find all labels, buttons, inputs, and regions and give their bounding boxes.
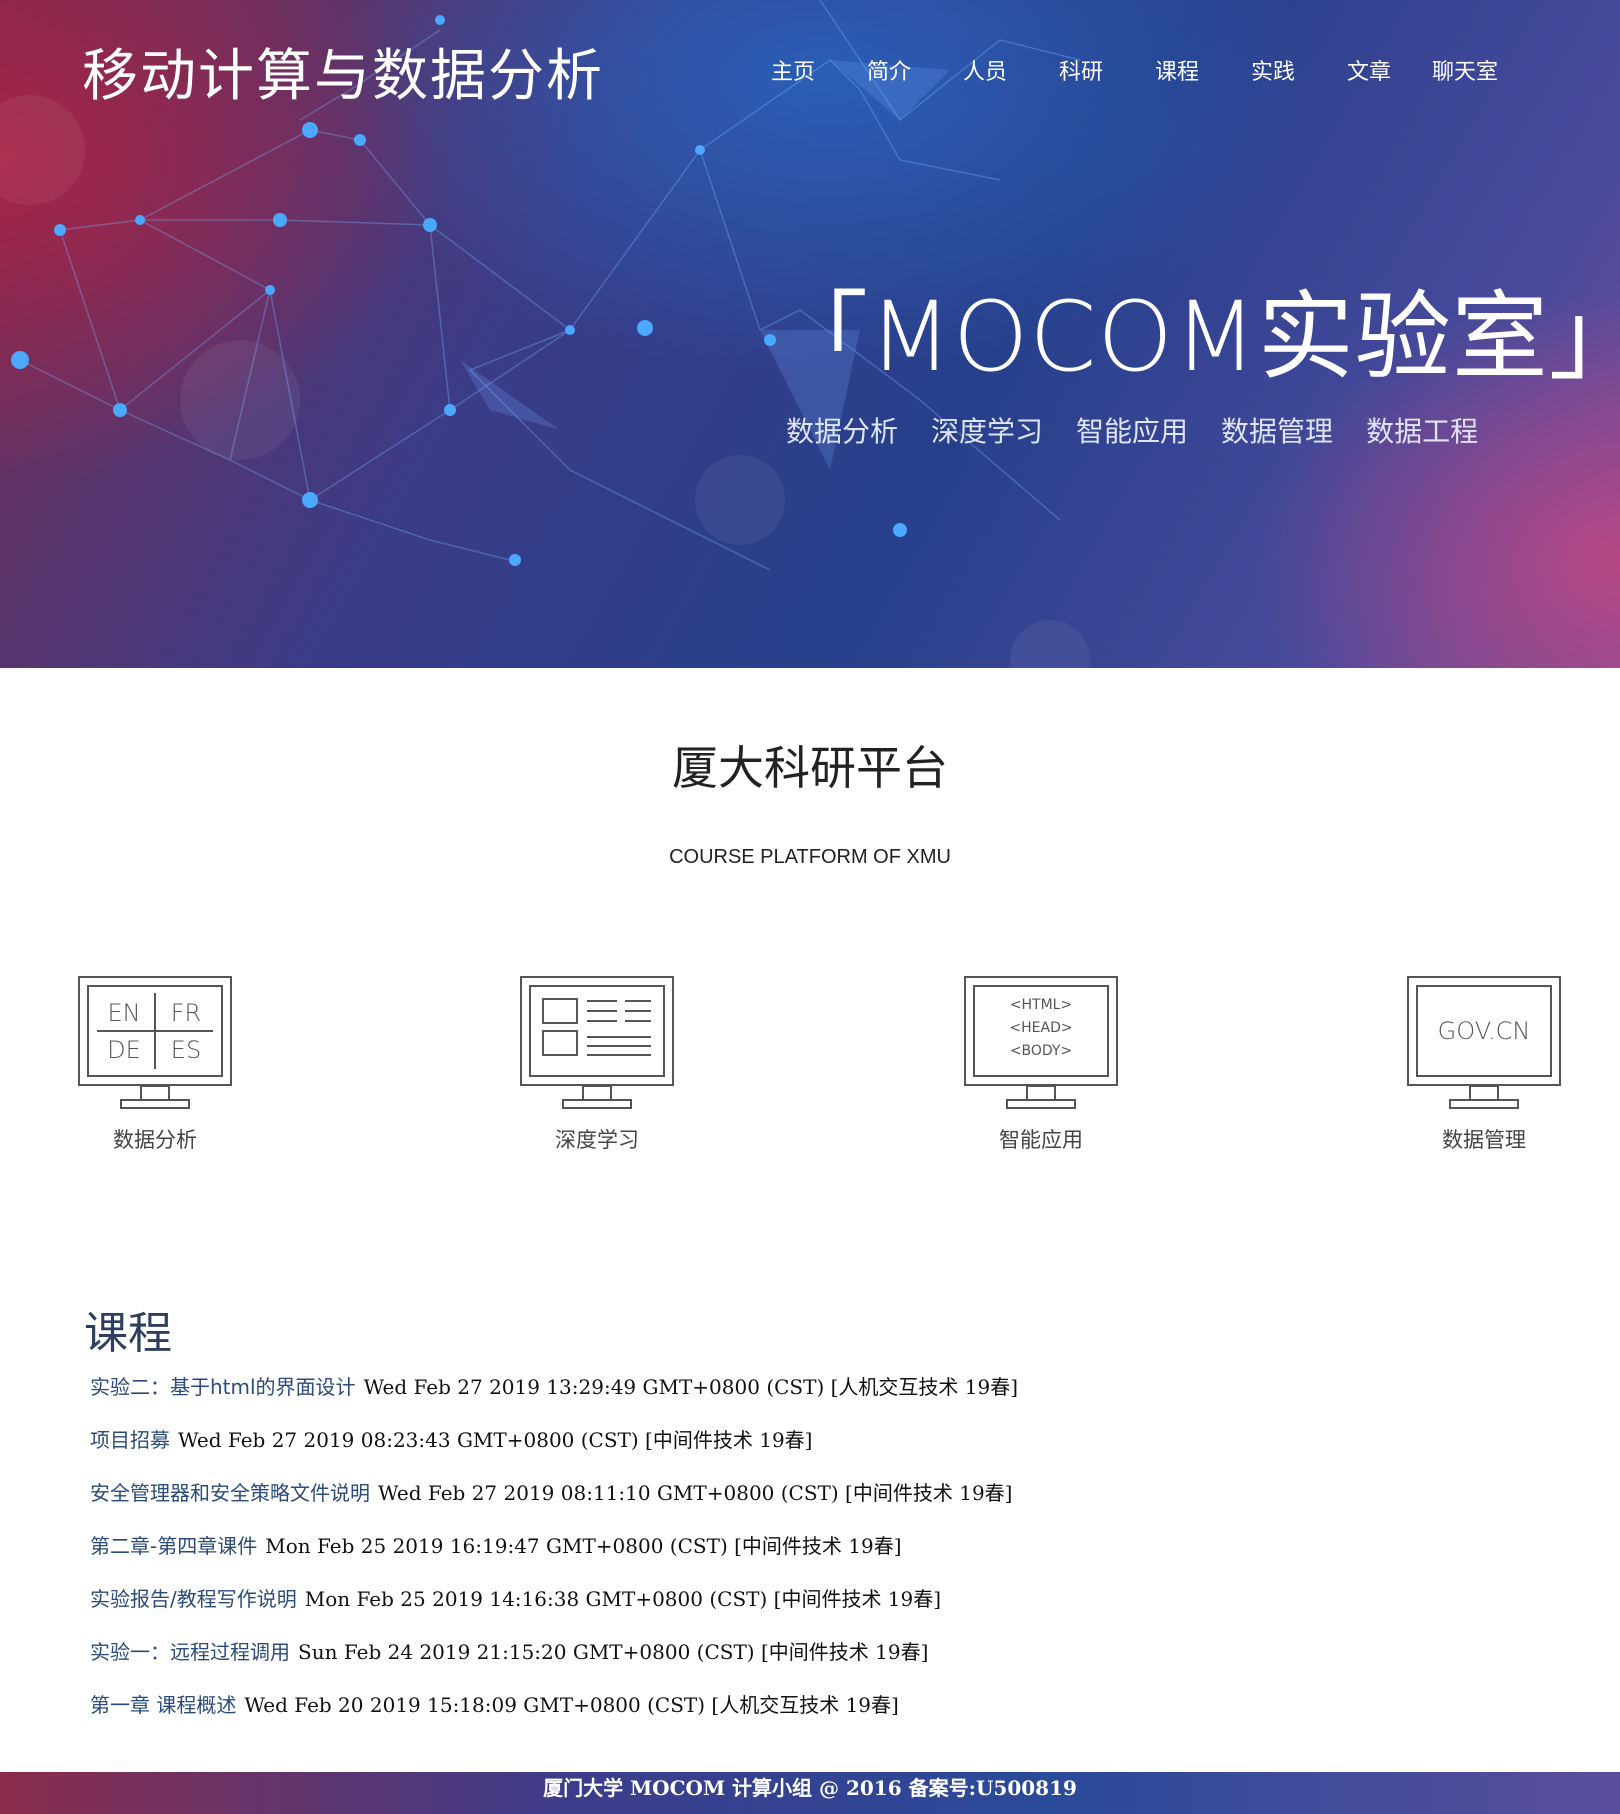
- course-meta: Wed Feb 27 2019 08:11:10 GMT+0800 (CST) …: [378, 1481, 1013, 1505]
- feature-label: 智能应用: [999, 1128, 1083, 1152]
- list-item: 实验二：基于html的界面设计 Wed Feb 27 2019 13:29:49 …: [90, 1370, 1018, 1423]
- screen-text: <HTML>: [1010, 997, 1072, 1013]
- list-item: 安全管理器和安全策略文件说明 Wed Feb 27 2019 08:11:10 G…: [90, 1476, 1018, 1529]
- course-meta: Wed Feb 27 2019 08:23:43 GMT+0800 (CST) …: [178, 1428, 813, 1452]
- hero-tag: 数据管理: [1221, 415, 1334, 448]
- feature-data-management[interactable]: GOV.CN 数据管理: [1404, 975, 1564, 1155]
- main-nav: 主页 简介 人员 科研 课程 实践 文章 聊天室: [745, 56, 1513, 90]
- hero-tag: 深度学习: [931, 415, 1044, 448]
- feature-label: 深度学习: [555, 1128, 639, 1152]
- list-item: 实验一：远程过程调用 Sun Feb 24 2019 21:15:20 GMT+0…: [90, 1635, 1018, 1688]
- course-link[interactable]: 第二章-第四章课件: [90, 1534, 257, 1558]
- nav-item-people[interactable]: 人员: [937, 56, 1033, 90]
- course-link[interactable]: 项目招募: [90, 1428, 170, 1452]
- screen-text: <HEAD>: [1009, 1020, 1072, 1036]
- screen-text: ES: [171, 1036, 201, 1064]
- feature-label: 数据分析: [113, 1128, 197, 1152]
- course-link[interactable]: 安全管理器和安全策略文件说明: [90, 1481, 370, 1505]
- list-item: 第一章 课程概述 Wed Feb 20 2019 15:18:09 GMT+080…: [90, 1688, 1018, 1741]
- feature-data-analysis[interactable]: EN FR DE ES 数据分析: [75, 975, 235, 1155]
- courses-heading: 课程: [84, 1308, 172, 1359]
- feature-deep-learning[interactable]: 深度学习: [517, 975, 677, 1155]
- hero-tag: 智能应用: [1076, 415, 1189, 448]
- hero-tags: 数据分析 深度学习 智能应用 数据管理 数据工程: [786, 412, 1511, 452]
- course-link[interactable]: 实验二：基于html的界面设计: [90, 1375, 356, 1399]
- nav-item-research[interactable]: 科研: [1033, 56, 1129, 90]
- list-item: 第二章-第四章课件 Mon Feb 25 2019 16:19:47 GMT+08…: [90, 1529, 1018, 1582]
- lab-title: 「MOCOM实验室」: [772, 281, 1620, 393]
- course-list: 实验二：基于html的界面设计 Wed Feb 27 2019 13:29:49 …: [90, 1370, 1018, 1741]
- course-link[interactable]: 实验一：远程过程调用: [90, 1640, 290, 1664]
- monitor-html-icon: <HTML> <HEAD> <BODY>: [964, 976, 1118, 1109]
- platform-subtitle: COURSE PLATFORM OF XMU: [669, 846, 951, 868]
- course-meta: Wed Feb 20 2019 15:18:09 GMT+0800 (CST) …: [244, 1693, 899, 1717]
- footer-text: 厦门大学 MOCOM 计算小组 @ 2016 备案号:U500819: [543, 1776, 1077, 1800]
- list-item: 实验报告/教程写作说明 Mon Feb 25 2019 14:16:38 GMT+…: [90, 1582, 1018, 1635]
- screen-text: EN: [107, 999, 140, 1027]
- course-link[interactable]: 实验报告/教程写作说明: [90, 1587, 297, 1611]
- nav-item-articles[interactable]: 文章: [1321, 56, 1417, 90]
- course-link[interactable]: 第一章 课程概述: [90, 1693, 236, 1717]
- hero-tag: 数据工程: [1366, 415, 1479, 448]
- nav-item-intro[interactable]: 简介: [841, 56, 937, 90]
- hero-banner: 移动计算与数据分析 主页 简介 人员 科研 课程 实践 文章 聊天室 「MOCO…: [0, 0, 1620, 668]
- screen-text: <BODY>: [1010, 1043, 1072, 1059]
- monitor-gov-icon: GOV.CN: [1407, 976, 1561, 1109]
- nav-item-courses[interactable]: 课程: [1129, 56, 1225, 90]
- screen-text: FR: [171, 999, 201, 1027]
- course-meta: Wed Feb 27 2019 13:29:49 GMT+0800 (CST) …: [363, 1375, 1019, 1399]
- course-meta: Mon Feb 25 2019 16:19:47 GMT+0800 (CST) …: [265, 1534, 902, 1558]
- hero-tag: 数据分析: [786, 415, 899, 448]
- nav-item-home[interactable]: 主页: [745, 56, 841, 90]
- platform-title: 厦大科研平台: [672, 741, 948, 795]
- feature-smart-apps[interactable]: <HTML> <HEAD> <BODY> 智能应用: [961, 975, 1121, 1155]
- course-meta: Mon Feb 25 2019 14:16:38 GMT+0800 (CST) …: [304, 1587, 942, 1611]
- course-meta: Sun Feb 24 2019 21:15:20 GMT+0800 (CST) …: [298, 1640, 929, 1664]
- feature-label: 数据管理: [1442, 1128, 1526, 1152]
- screen-text: GOV.CN: [1438, 1017, 1531, 1045]
- nav-item-chatroom[interactable]: 聊天室: [1417, 56, 1513, 90]
- nav-item-practice[interactable]: 实践: [1225, 56, 1321, 90]
- site-title[interactable]: 移动计算与数据分析: [82, 42, 604, 112]
- list-item: 项目招募 Wed Feb 27 2019 08:23:43 GMT+0800 (C…: [90, 1423, 1018, 1476]
- monitor-layout-icon: [520, 976, 674, 1109]
- screen-text: DE: [107, 1036, 141, 1064]
- footer: 厦门大学 MOCOM 计算小组 @ 2016 备案号:U500819: [0, 1772, 1620, 1814]
- monitor-languages-icon: EN FR DE ES: [78, 976, 232, 1109]
